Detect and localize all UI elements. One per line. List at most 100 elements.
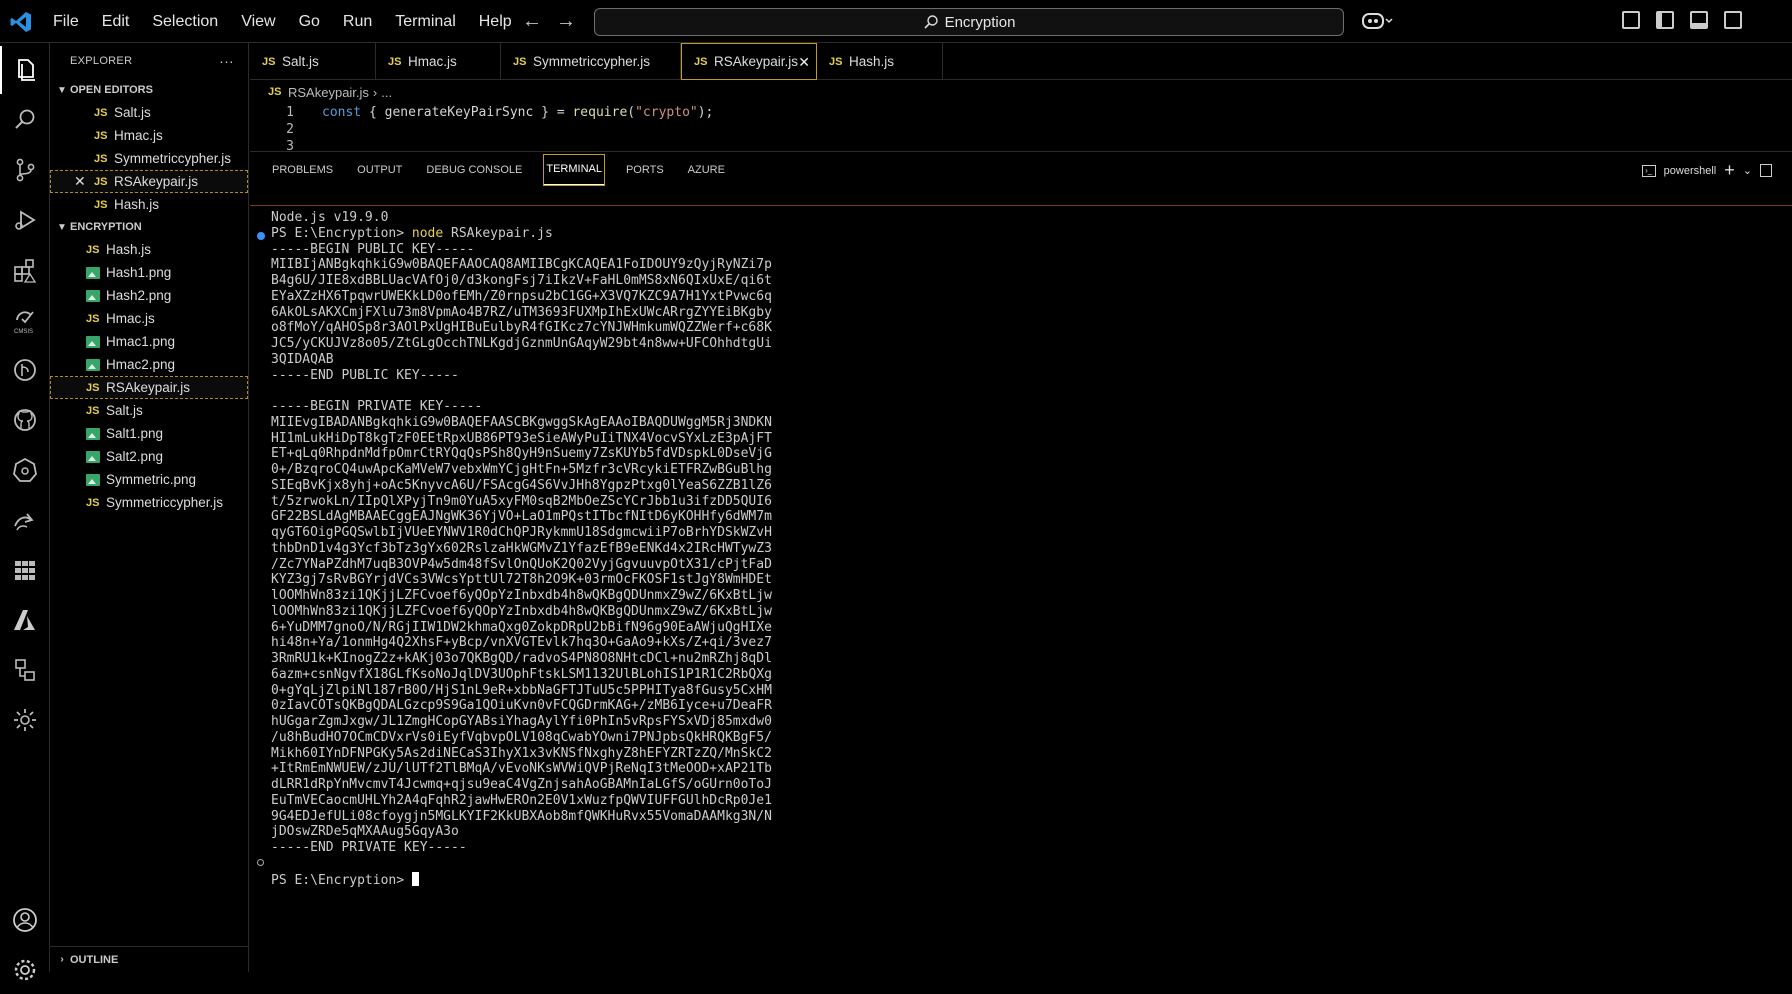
github-icon[interactable] <box>0 396 50 444</box>
outline-section[interactable]: › OUTLINE <box>50 946 249 972</box>
terminal-shell-icon: ›_ <box>1641 164 1656 177</box>
close-icon[interactable]: ✕ <box>798 54 810 71</box>
file-label: Hash1.png <box>106 265 172 280</box>
tab-salt[interactable]: JS Salt.js <box>250 43 376 80</box>
tab-hash[interactable]: JS Hash.js <box>817 43 943 80</box>
terminal[interactable]: Node.js v19.9.0 PS E:\Encryption> node RS… <box>250 206 1792 972</box>
file-label: Salt.js <box>106 403 143 418</box>
js-file-icon: JS <box>86 381 100 394</box>
menu-terminal[interactable]: Terminal <box>395 13 466 31</box>
menu-run[interactable]: Run <box>343 13 383 31</box>
menu-edit[interactable]: Edit <box>102 13 141 31</box>
terminal-shell-name[interactable]: powershell <box>1664 165 1717 177</box>
terminal-line: HI1mLukHiDpT8kgTzF0EEtRpxUB86PT93eSieAWy… <box>271 430 772 446</box>
menu-go[interactable]: Go <box>299 13 331 31</box>
copilot-icon[interactable] <box>1361 10 1395 37</box>
terminal-line: o8fMoY/qAHOSp8r3AOlPxUgHIBuEulbyR4fGIKcz… <box>271 320 772 336</box>
tab-output[interactable]: OUTPUT <box>355 155 404 185</box>
line-number: 2 <box>286 122 294 137</box>
kubernetes-icon[interactable] <box>0 446 50 494</box>
encryption-folder-section[interactable]: ▼ ENCRYPTION <box>50 216 248 238</box>
file-item[interactable]: JS Salt.js <box>50 399 248 422</box>
extensions-icon[interactable] <box>0 246 50 294</box>
file-item[interactable]: Hash1.png <box>50 261 248 284</box>
file-label: Hmac2.png <box>106 357 176 372</box>
explorer-more-actions[interactable]: ··· <box>219 53 234 69</box>
tab-ports[interactable]: PORTS <box>624 155 666 185</box>
image-file-icon <box>86 450 100 463</box>
split-terminal-icon[interactable] <box>1760 164 1772 177</box>
customize-layout-icon[interactable] <box>1622 11 1640 29</box>
toggle-primary-sidebar-icon[interactable] <box>1656 11 1674 29</box>
open-editor-item[interactable]: JS Hmac.js <box>50 124 248 147</box>
search-icon[interactable] <box>0 96 50 144</box>
source-control-icon[interactable] <box>0 146 50 194</box>
back-arrow-icon[interactable]: ← <box>522 10 542 33</box>
run-and-debug-icon[interactable] <box>0 196 50 244</box>
tab-symmetriccypher[interactable]: JS Symmetriccypher.js <box>501 43 681 80</box>
toggle-secondary-sidebar-icon[interactable] <box>1724 11 1742 29</box>
settings-sync-icon[interactable] <box>0 696 50 744</box>
manage-gear-icon[interactable] <box>0 946 50 994</box>
gitlens-icon[interactable] <box>0 346 50 394</box>
command-center-search[interactable]: Encryption <box>594 8 1344 36</box>
file-item[interactable]: JS Hash.js <box>50 238 248 261</box>
new-terminal-icon[interactable]: + <box>1724 160 1735 181</box>
terminal-line: B4g6U/JIE8xdBBLUacVAfOj0/d3kongFsj7iIkzV… <box>271 273 772 288</box>
file-item[interactable]: Symmetric.png <box>50 468 248 491</box>
close-icon[interactable]: ✕ <box>74 173 94 190</box>
cmsis-icon[interactable]: CMSIS <box>0 296 50 344</box>
menu-help[interactable]: Help <box>479 13 523 31</box>
explorer-header: EXPLORER ··· <box>50 43 248 79</box>
toggle-panel-icon[interactable] <box>1690 11 1708 29</box>
menu-file[interactable]: File <box>53 13 90 31</box>
open-editor-label: Symmetriccypher.js <box>114 151 232 166</box>
file-item[interactable]: JS Hmac.js <box>50 307 248 330</box>
line-number: 1 <box>286 105 294 120</box>
command-decoration-icon <box>257 858 264 866</box>
azure-icon[interactable] <box>0 596 50 644</box>
chevron-down-icon[interactable]: ⌄ <box>1743 164 1752 177</box>
tab-problems[interactable]: PROBLEMS <box>270 155 335 185</box>
command-success-dot-icon[interactable] <box>257 231 265 240</box>
tab-azure[interactable]: AZURE <box>686 155 727 185</box>
file-item[interactable]: Salt1.png <box>50 422 248 445</box>
terminal-actions: ›_ powershell + ⌄ <box>1641 160 1772 181</box>
account-icon[interactable] <box>0 896 50 944</box>
forward-arrow-icon[interactable]: → <box>556 10 576 33</box>
image-file-icon <box>86 427 100 440</box>
open-editor-item[interactable]: JS Symmetriccypher.js <box>50 147 248 170</box>
terminal-cursor[interactable] <box>411 871 419 886</box>
menu-selection[interactable]: Selection <box>152 13 229 31</box>
file-item[interactable]: JS RSAkeypair.js <box>50 376 248 399</box>
terminal-line: JC5/yCKUJVz8o05/ZtGLgOcchTNLKgdjGznmUnGA… <box>271 336 772 351</box>
folder-title: ENCRYPTION <box>70 221 142 233</box>
image-file-icon <box>86 289 100 302</box>
open-editor-item-active[interactable]: ✕ JS RSAkeypair.js <box>50 170 248 193</box>
command-center-label: Encryption <box>944 13 1016 31</box>
breadcrumb-symbol[interactable]: ... <box>381 85 392 100</box>
apps-grid-icon[interactable] <box>0 546 50 594</box>
terminal-line: EYaXZzHX6TpqwrUWEKkLD0ofEMh/Z0rnpsu2bC1G… <box>271 288 772 304</box>
file-item[interactable]: Salt2.png <box>50 445 248 468</box>
terminal-line: GF22BSLdAgMBAAECggEAJNgWK36YjVO+LaO1mPQs… <box>271 509 772 525</box>
tab-debug-console[interactable]: DEBUG CONSOLE <box>424 155 524 185</box>
tab-terminal[interactable]: TERMINAL <box>543 153 605 186</box>
open-editor-item[interactable]: JS Salt.js <box>50 101 248 124</box>
menu-view[interactable]: View <box>241 13 286 31</box>
open-editors-section[interactable]: ▼ OPEN EDITORS <box>50 79 248 101</box>
tab-rsakeypair[interactable]: JS RSAkeypair.js ✕ <box>681 43 817 80</box>
file-item[interactable]: Hmac2.png <box>50 353 248 376</box>
tab-hmac[interactable]: JS Hmac.js <box>376 43 501 80</box>
code-editor[interactable]: 1 const { generateKeyPairSync } = requir… <box>250 103 1792 150</box>
file-item[interactable]: Hmac1.png <box>50 330 248 353</box>
terminal-line: 9G4EDJefULi08cfoygjn5MGLKYIF2KkUBXAob8mf… <box>271 808 772 824</box>
file-item[interactable]: Hash2.png <box>50 284 248 307</box>
database-icon[interactable] <box>0 646 50 694</box>
breadcrumb-file[interactable]: RSAkeypair.js <box>288 85 369 100</box>
file-item[interactable]: JS Symmetriccypher.js <box>50 491 248 514</box>
remote-explorer-icon[interactable] <box>0 496 50 544</box>
punct-token: } = <box>533 105 573 120</box>
open-editor-item[interactable]: JS Hash.js <box>50 193 248 216</box>
explorer-icon[interactable] <box>0 46 50 94</box>
